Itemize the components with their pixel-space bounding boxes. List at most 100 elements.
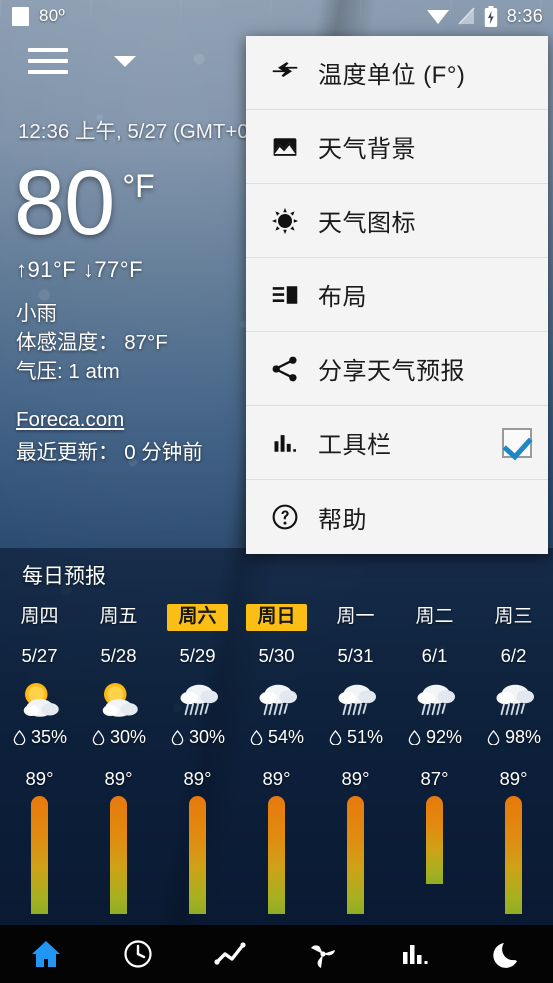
forecast-day-name: 周日	[246, 604, 307, 631]
water-drop-icon	[92, 729, 105, 745]
rain-cloud-icon	[259, 684, 297, 716]
forecast-precipitation: 30%	[170, 727, 225, 748]
status-bar: 80º 8:36	[0, 0, 553, 32]
forecast-day-column[interactable]: 周五 5/28 30% 89°	[79, 604, 158, 914]
forecast-day-name: 周二	[415, 606, 454, 627]
nav-item-line-chart[interactable]	[184, 938, 276, 970]
menu-item-bar-chart[interactable]: 工具栏	[246, 406, 548, 480]
forecast-day-column[interactable]: 周日 5/30 54% 89°	[237, 604, 316, 914]
nav-item-moon[interactable]	[461, 938, 553, 970]
menu-item-image-landscape[interactable]: 天气背景	[246, 110, 548, 184]
forecast-precipitation: 54%	[249, 727, 304, 748]
layout-icon	[272, 285, 298, 304]
forecast-weather-icon	[257, 679, 297, 717]
wifi-icon	[426, 10, 449, 24]
nav-item-wind-turbine[interactable]	[277, 938, 369, 970]
menu-item-compare-arrows[interactable]: 温度单位 (F°)	[246, 36, 548, 110]
signal-off-icon	[458, 7, 475, 25]
forecast-precipitation: 35%	[12, 727, 67, 748]
forecast-day-column[interactable]: 周三 6/2 98% 89°	[474, 604, 553, 914]
overflow-menu[interactable]: 温度单位 (F°) 天气背景天气图标布局分享天气预报工具栏帮助	[246, 36, 548, 554]
chevron-down-icon[interactable]	[114, 55, 136, 67]
forecast-day-name: 周三	[494, 606, 533, 627]
temperature-unit: °F	[122, 168, 155, 204]
water-drop-icon	[250, 729, 263, 745]
sun-cloud-icon	[102, 682, 138, 717]
menu-item-label: 天气图标	[318, 210, 416, 237]
compare-arrows-icon	[264, 59, 306, 87]
daily-forecast-title: 每日预报	[22, 565, 106, 588]
menu-item-label: 布局	[318, 284, 367, 311]
precipitation-value: 35%	[30, 726, 68, 747]
forecast-temp-bar	[189, 795, 206, 914]
status-bar-clock: 8:36	[506, 5, 543, 26]
nav-item-clock[interactable]	[92, 938, 184, 970]
share-icon	[264, 355, 306, 383]
forecast-high-temp: 89°	[183, 767, 212, 789]
forecast-high-temp: 89°	[341, 767, 370, 789]
forecast-day-date: 6/2	[500, 644, 527, 666]
water-drop-icon	[329, 729, 342, 745]
nav-item-home[interactable]	[0, 938, 92, 970]
forecast-day-column[interactable]: 周二 6/1 92% 87°	[395, 604, 474, 914]
forecast-precipitation: 30%	[91, 727, 146, 748]
layout-icon	[264, 281, 306, 309]
bottom-navigation-bar[interactable]	[0, 925, 553, 983]
image-landscape-icon	[273, 137, 297, 156]
toolbar-checkbox[interactable]	[502, 427, 532, 458]
water-drop-icon	[171, 729, 184, 745]
rain-cloud-icon	[338, 684, 376, 716]
forecast-high-temp: 89°	[262, 767, 291, 789]
sun-icon	[264, 207, 306, 235]
forecast-day-date: 6/1	[421, 644, 448, 666]
forecast-precipitation: 92%	[407, 727, 462, 748]
bar-chart-icon	[402, 945, 428, 964]
menu-item-label: 帮助	[318, 506, 367, 534]
wind-turbine-icon	[310, 945, 335, 968]
forecast-day-name: 周五	[99, 606, 138, 627]
forecast-high-temp: 87°	[420, 767, 449, 789]
forecast-precipitation: 98%	[486, 727, 541, 748]
forecast-weather-icon	[20, 679, 60, 717]
daily-forecast-panel: 每日预报 周四 5/27 35% 89° 周五 5/28 30% 89° 周六 5/29 30% 89…	[0, 548, 553, 925]
forecast-high-temp: 89°	[104, 767, 133, 789]
forecast-temp-bar-wrap: 89°	[79, 768, 158, 914]
forecast-day-date: 5/31	[337, 644, 374, 666]
forecast-weather-icon	[178, 679, 218, 717]
forecast-temp-bar-wrap: 89°	[474, 768, 553, 914]
forecast-weather-icon	[415, 679, 455, 717]
forecast-high-temp: 89°	[25, 767, 54, 789]
forecast-day-column[interactable]: 周四 5/27 35% 89°	[0, 604, 79, 914]
clock-icon	[124, 940, 152, 968]
forecast-temp-bar	[505, 795, 522, 914]
forecast-precipitation: 51%	[328, 727, 383, 748]
forecast-temp-bar	[347, 795, 364, 914]
forecast-temp-bar	[426, 795, 443, 884]
forecast-temp-bar	[110, 795, 127, 914]
forecast-day-column[interactable]: 周一 5/31 51% 89°	[316, 604, 395, 914]
nav-item-bar-chart[interactable]	[369, 938, 461, 970]
forecast-day-column[interactable]: 周六 5/29 30% 89°	[158, 604, 237, 914]
menu-item-sun[interactable]: 天气图标	[246, 184, 548, 258]
forecast-temp-bar-wrap: 87°	[395, 768, 474, 884]
precipitation-value: 98%	[504, 726, 542, 747]
water-drop-icon	[408, 729, 421, 745]
menu-item-layout[interactable]: 布局	[246, 258, 548, 332]
forecast-day-date: 5/27	[21, 644, 58, 666]
precipitation-value: 30%	[109, 726, 147, 747]
hamburger-menu-icon[interactable]	[28, 48, 68, 74]
forecast-weather-icon	[336, 679, 376, 717]
menu-item-label: 温度单位 (F°)	[318, 62, 466, 89]
sun-icon	[271, 207, 299, 234]
menu-item-label: 工具栏	[318, 432, 392, 459]
water-drop-icon	[13, 729, 26, 745]
menu-item-share[interactable]: 分享天气预报	[246, 332, 548, 406]
image-landscape-icon	[264, 133, 306, 161]
menu-item-help-circle[interactable]: 帮助	[246, 480, 548, 554]
forecast-temp-bar-wrap: 89°	[0, 768, 79, 914]
moon-icon	[493, 943, 517, 968]
rain-cloud-icon	[417, 684, 455, 716]
sun-cloud-icon	[23, 682, 59, 717]
line-chart-icon	[214, 942, 247, 965]
forecast-temp-bar-wrap: 89°	[316, 768, 395, 914]
